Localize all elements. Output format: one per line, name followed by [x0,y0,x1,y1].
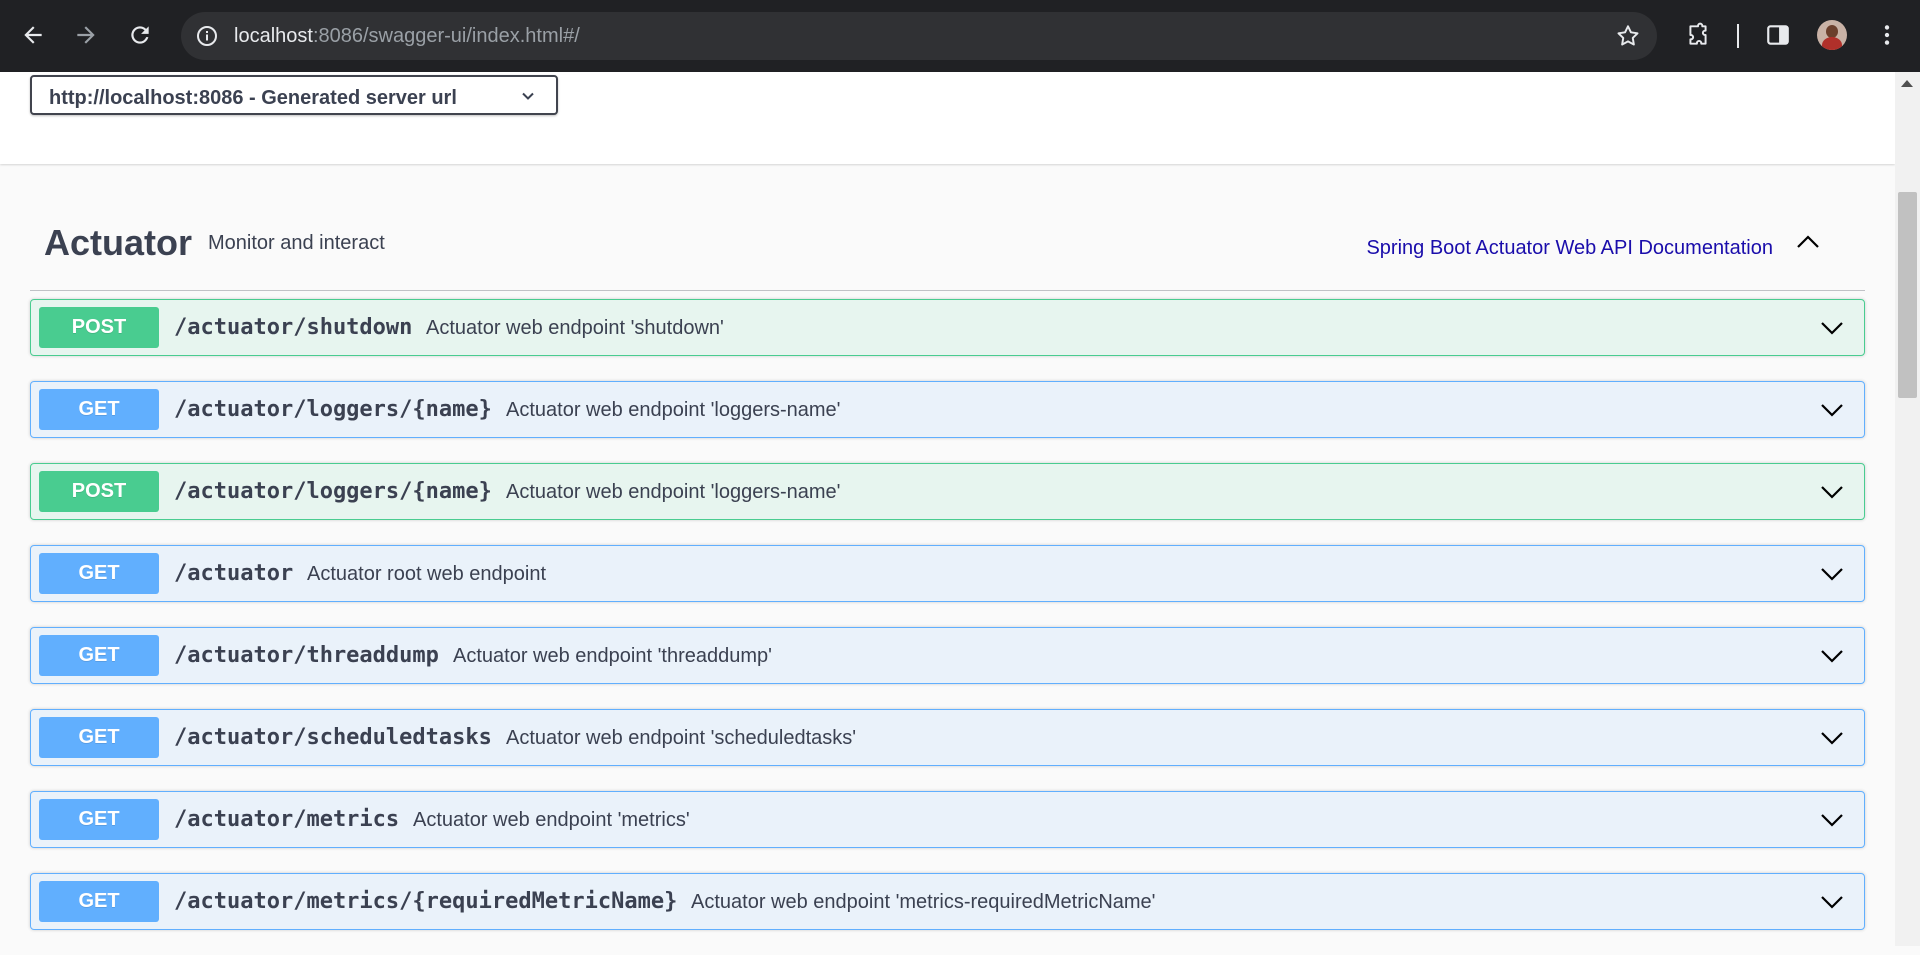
server-select[interactable]: http://localhost:8086 - Generated server… [30,75,558,115]
arrow-left-icon [24,26,42,44]
opblock-get-metrics[interactable]: GET /actuator/metrics Actuator web endpo… [30,791,1865,848]
arrow-right-icon [77,26,95,44]
opblock-get-loggers-name[interactable]: GET /actuator/loggers/{name} Actuator we… [30,381,1865,438]
endpoint-path: /actuator/shutdown [174,315,413,340]
method-badge: GET [39,799,159,840]
tag-section-header[interactable]: Actuator Monitor and interact Spring Boo… [30,200,1865,291]
toolbar-divider [1737,24,1739,48]
tag-title: Actuator [44,222,193,263]
back-button[interactable] [14,16,52,54]
method-badge: GET [39,635,159,676]
browser-toolbar: localhost:8086/swagger-ui/index.html#/ [0,0,1920,72]
opblock-post-loggers-name[interactable]: POST /actuator/loggers/{name} Actuator w… [30,463,1865,520]
reload-icon [131,26,149,44]
bookmark-star-icon[interactable] [1615,23,1641,49]
endpoint-path: /actuator/scheduledtasks [174,725,492,750]
tag-description: Monitor and interact [208,232,385,254]
extensions-button[interactable] [1681,18,1715,52]
browser-menu-button[interactable] [1870,18,1904,52]
side-panel-icon [1767,25,1789,45]
chevron-down-icon[interactable] [1818,396,1846,424]
address-bar[interactable]: localhost:8086/swagger-ui/index.html#/ [181,12,1657,60]
endpoint-path: /actuator/threaddump [174,643,439,668]
endpoint-path: /actuator/loggers/{name} [174,479,492,504]
method-badge: GET [39,881,159,922]
chevron-up-icon[interactable] [1793,228,1823,258]
endpoint-summary: Actuator web endpoint 'metrics' [413,809,690,831]
chevron-down-icon[interactable] [1818,314,1846,342]
endpoint-summary: Actuator web endpoint 'loggers-name' [506,399,841,421]
endpoint-path: /actuator [174,561,294,586]
info-icon[interactable] [195,24,219,48]
endpoint-summary: Actuator web endpoint 'metrics-requiredM… [691,891,1156,913]
endpoint-path: /actuator/loggers/{name} [174,397,492,422]
chevron-down-icon[interactable] [1818,888,1846,916]
endpoint-summary: Actuator web endpoint 'shutdown' [426,317,724,339]
more-vertical-icon [1884,25,1890,45]
opblock-get-actuator-root[interactable]: GET /actuator Actuator root web endpoint [30,545,1865,602]
forward-button[interactable] [67,16,105,54]
scrollbar-thumb[interactable] [1898,192,1917,398]
server-select-value: http://localhost:8086 - Generated server… [49,87,457,109]
endpoint-path: /actuator/metrics/{requiredMetricName} [174,889,678,914]
side-panel-button[interactable] [1761,18,1795,52]
chevron-down-icon[interactable] [1818,806,1846,834]
opblock-post-shutdown[interactable]: POST /actuator/shutdown Actuator web end… [30,299,1865,356]
puzzle-icon [1689,22,1707,45]
reload-button[interactable] [121,16,159,54]
chevron-down-icon[interactable] [1818,478,1846,506]
endpoint-summary: Actuator web endpoint 'threaddump' [453,645,772,667]
endpoint-summary: Actuator root web endpoint [307,563,547,585]
endpoint-summary: Actuator web endpoint 'loggers-name' [506,481,841,503]
opblock-get-metrics-required[interactable]: GET /actuator/metrics/{requiredMetricNam… [30,873,1865,930]
profile-avatar[interactable] [1817,20,1847,50]
endpoint-path: /actuator/metrics [174,807,400,832]
chevron-down-icon [522,92,534,100]
url-text[interactable]: localhost:8086/swagger-ui/index.html#/ [234,25,580,48]
chevron-down-icon[interactable] [1818,642,1846,670]
method-badge: GET [39,553,159,594]
scroll-up-arrow-icon[interactable] [1901,80,1913,87]
servers-section: http://localhost:8086 - Generated server… [0,72,1895,164]
endpoint-summary: Actuator web endpoint 'scheduledtasks' [506,727,857,749]
chevron-down-icon[interactable] [1818,724,1846,752]
method-badge: POST [39,471,159,512]
method-badge: POST [39,307,159,348]
opblock-get-scheduledtasks[interactable]: GET /actuator/scheduledtasks Actuator we… [30,709,1865,766]
external-docs-link[interactable]: Spring Boot Actuator Web API Documentati… [1366,237,1773,260]
method-badge: GET [39,389,159,430]
method-badge: GET [39,717,159,758]
chevron-down-icon[interactable] [1818,560,1846,588]
opblock-get-threaddump[interactable]: GET /actuator/threaddump Actuator web en… [30,627,1865,684]
operations-list: POST /actuator/shutdown Actuator web end… [30,299,1865,955]
